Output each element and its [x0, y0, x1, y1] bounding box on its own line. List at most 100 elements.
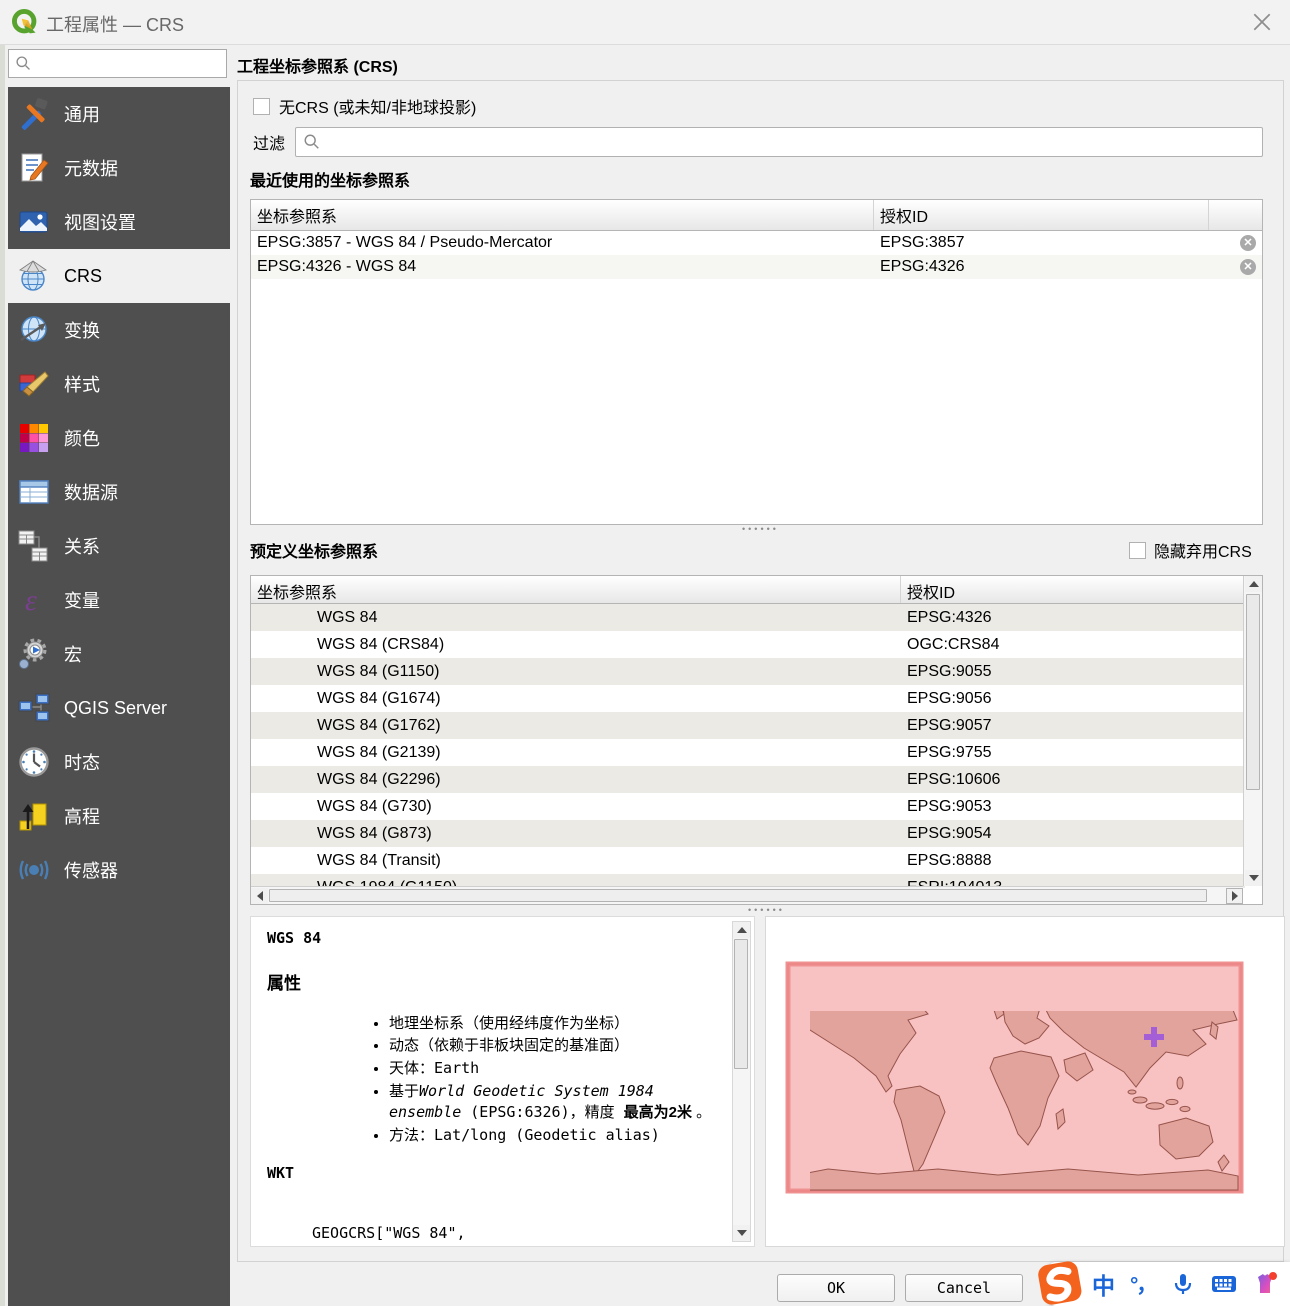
table-row[interactable]: WGS 84 (G1674)EPSG:9056 [251, 685, 1245, 712]
epsilon-icon: ε [16, 582, 52, 618]
sidebar-item-variables[interactable]: ε 变量 [8, 573, 230, 627]
sidebar-item-relations[interactable]: 关系 [8, 519, 230, 573]
server-computers-icon [16, 690, 52, 726]
search-icon [15, 55, 32, 72]
scrollbar-thumb[interactable] [269, 889, 1207, 902]
table-row[interactable]: WGS 84EPSG:4326 [251, 604, 1245, 631]
document-pencil-icon [16, 150, 52, 186]
project-properties-dialog: 工程属性 — CRS [0, 0, 1290, 1306]
sidebar-item-label: 宏 [64, 641, 82, 667]
sidebar-item-label: 样式 [64, 371, 100, 397]
table-row[interactable]: WGS 84 (G730)EPSG:9053 [251, 793, 1245, 820]
elevation-icon [16, 798, 52, 834]
sidebar-item-sensors[interactable]: 传感器 [8, 843, 230, 897]
filter-input[interactable] [327, 134, 1262, 150]
column-header-authid[interactable]: 授权ID [901, 576, 1225, 603]
sidebar-item-label: 关系 [64, 533, 100, 559]
no-crs-label: 无CRS (或未知/非地球投影) [279, 94, 476, 118]
sidebar-item-macros[interactable]: 宏 [8, 627, 230, 681]
sidebar-item-data-sources[interactable]: 数据源 [8, 465, 230, 519]
ime-chinese-mode-button[interactable]: 中 [1092, 1267, 1115, 1301]
sidebar-item-label: 变量 [64, 587, 100, 613]
property-item: 天体：Earth [389, 1058, 724, 1079]
details-scrollbar[interactable] [732, 921, 751, 1242]
scroll-up-button[interactable] [1245, 576, 1262, 592]
remove-crs-icon[interactable]: ✕ [1240, 235, 1256, 251]
table-icon [16, 474, 52, 510]
scroll-down-button[interactable] [733, 1225, 750, 1241]
scroll-down-button[interactable] [1245, 870, 1262, 886]
scroll-up-button[interactable] [733, 922, 750, 938]
column-header-authid[interactable]: 授权ID [874, 200, 1209, 230]
wkt-text: GEOGCRS["WGS 84", ENSEMBLE["World Geodet… [267, 1186, 724, 1247]
sidebar-search-input[interactable] [38, 56, 226, 72]
sidebar-list: 通用 元数据 [8, 87, 230, 1306]
window-title: 工程属性 — CRS [46, 11, 184, 37]
table-row[interactable]: WGS 84 (G1762)EPSG:9057 [251, 712, 1245, 739]
ok-button[interactable]: OK [777, 1274, 895, 1302]
predefined-table-header: 坐标参照系 授权ID [251, 576, 1245, 604]
filter-field[interactable] [295, 127, 1263, 157]
sidebar-item-label: 颜色 [64, 425, 100, 451]
paintbrush-icon [16, 366, 52, 402]
recent-table-header: 坐标参照系 授权ID [251, 200, 1262, 231]
ime-punctuation-button[interactable]: °， [1130, 1269, 1155, 1299]
scroll-right-button[interactable] [1226, 888, 1243, 904]
sidebar-item-crs[interactable]: CRS [8, 249, 230, 303]
splitter-handle[interactable]: •••••• [748, 905, 785, 915]
crs-details-panel: WGS 84 属性 地理坐标系（使用经纬度作为坐标） 动态（依赖于非板块固定的基… [250, 916, 755, 1247]
relations-icon [16, 528, 52, 564]
map-image-icon [16, 204, 52, 240]
table-row[interactable]: WGS 84 (Transit)EPSG:8888 [251, 847, 1245, 874]
table-row[interactable]: WGS 84 (G2296)EPSG:10606 [251, 766, 1245, 793]
recent-heading: 最近使用的坐标参照系 [250, 167, 410, 191]
sidebar-item-transformations[interactable]: 变换 [8, 303, 230, 357]
table-row[interactable]: WGS 84 (G873)EPSG:9054 [251, 820, 1245, 847]
table-row[interactable]: EPSG:4326 - WGS 84 EPSG:4326 ✕ [251, 255, 1262, 279]
splitter-handle[interactable]: •••••• [742, 524, 779, 534]
sidebar-item-styles[interactable]: 样式 [8, 357, 230, 411]
table-row[interactable]: WGS 84 (CRS84)OGC:CRS84 [251, 631, 1245, 658]
property-item: 方法：Lat/long (Geodetic alias) [389, 1125, 724, 1146]
sidebar-item-elevation[interactable]: 高程 [8, 789, 230, 843]
keyboard-icon[interactable] [1211, 1271, 1237, 1297]
table-row[interactable]: EPSG:3857 - WGS 84 / Pseudo-Mercator EPS… [251, 231, 1262, 255]
hide-deprecated-row: 隐藏弃用CRS [1129, 538, 1252, 562]
close-icon [1251, 11, 1273, 33]
property-item: 动态（依赖于非板块固定的基准面） [389, 1036, 724, 1056]
sidebar-item-view-settings[interactable]: 视图设置 [8, 195, 230, 249]
column-header-crs[interactable]: 坐标参照系 [251, 200, 874, 230]
table-row[interactable]: WGS 84 (G2139)EPSG:9755 [251, 739, 1245, 766]
properties-heading: 属性 [267, 969, 724, 994]
close-button[interactable] [1248, 8, 1276, 36]
horizontal-scrollbar[interactable] [251, 886, 1243, 904]
scroll-left-button[interactable] [251, 888, 268, 904]
hide-deprecated-checkbox[interactable] [1129, 542, 1146, 559]
predefined-heading: 预定义坐标参照系 [250, 538, 378, 562]
sogou-logo-icon[interactable] [1034, 1259, 1086, 1306]
table-row[interactable]: WGS 84 (G1150)EPSG:9055 [251, 658, 1245, 685]
sidebar-item-label: 时态 [64, 749, 100, 775]
wkt-heading: WKT [267, 1164, 724, 1182]
column-header-crs[interactable]: 坐标参照系 [251, 576, 901, 603]
skin-theme-icon[interactable] [1252, 1271, 1278, 1297]
property-item: 基于World Geodetic System 1984 ensemble (E… [389, 1081, 724, 1123]
vertical-scrollbar[interactable] [1243, 576, 1262, 886]
sidebar-item-label: 元数据 [64, 155, 118, 181]
remove-crs-icon[interactable]: ✕ [1240, 259, 1256, 275]
filter-label: 过滤 [253, 130, 285, 154]
sidebar-search[interactable] [8, 49, 227, 78]
sidebar-item-temporal[interactable]: 时态 [8, 735, 230, 789]
scrollbar-thumb[interactable] [1246, 594, 1260, 790]
tools-icon [16, 96, 52, 132]
scrollbar-thumb[interactable] [734, 939, 748, 1069]
ime-toolbar: 中 °， [1048, 1262, 1290, 1306]
sidebar-item-general[interactable]: 通用 [8, 87, 230, 141]
no-crs-checkbox[interactable] [253, 98, 270, 115]
cancel-button[interactable]: Cancel [905, 1274, 1023, 1302]
sidebar-item-qgis-server[interactable]: QGIS Server [8, 681, 230, 735]
sidebar-item-metadata[interactable]: 元数据 [8, 141, 230, 195]
microphone-icon[interactable] [1170, 1271, 1196, 1297]
sidebar-item-colors[interactable]: 颜色 [8, 411, 230, 465]
globe-arrow-icon [16, 312, 52, 348]
